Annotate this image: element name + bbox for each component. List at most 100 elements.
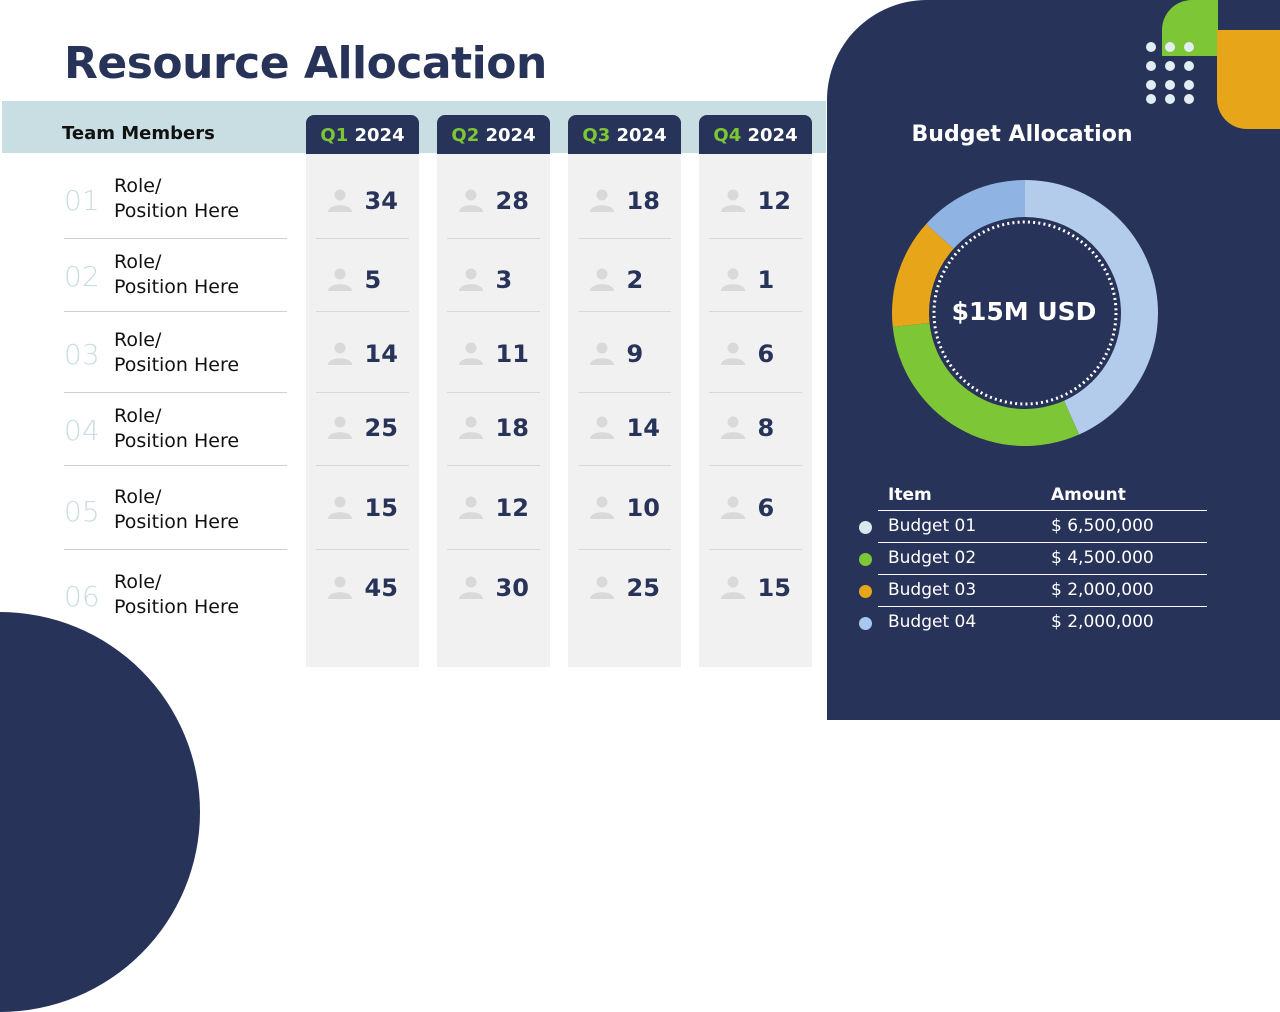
cell-divider bbox=[578, 549, 671, 550]
headcount-cell: 45 bbox=[306, 572, 419, 604]
headcount-cell: 28 bbox=[437, 185, 550, 217]
budget-item-amount: $ 4,500.000 bbox=[1051, 548, 1154, 568]
team-member-row: 02 Role/Position Here bbox=[64, 250, 286, 300]
headcount-value: 9 bbox=[626, 340, 644, 368]
person-icon bbox=[327, 189, 352, 212]
cell-divider bbox=[709, 549, 802, 550]
person-icon bbox=[720, 416, 745, 439]
role-line-2: Position Here bbox=[114, 596, 240, 618]
person-icon bbox=[720, 576, 745, 599]
cell-divider bbox=[316, 549, 409, 550]
person-icon bbox=[458, 496, 483, 519]
headcount-cell: 34 bbox=[306, 185, 419, 217]
team-members-header: Team Members bbox=[62, 123, 215, 144]
role-line-1: Role/ bbox=[114, 405, 162, 427]
person-icon bbox=[589, 342, 614, 365]
person-icon bbox=[720, 189, 745, 212]
person-icon bbox=[327, 268, 352, 291]
headcount-cell: 15 bbox=[306, 492, 419, 524]
person-icon bbox=[458, 189, 483, 212]
quarter-header: Q2 2024 bbox=[437, 115, 550, 154]
cell-divider bbox=[578, 465, 671, 466]
row-index: 01 bbox=[64, 184, 100, 217]
legend-dot bbox=[859, 521, 872, 534]
quarter-column-q2: Q2 2024 28 3 11 18 12 30 bbox=[437, 115, 550, 667]
role-label: Role/Position Here bbox=[114, 250, 239, 300]
headcount-value: 5 bbox=[364, 266, 382, 294]
headcount-cell: 14 bbox=[568, 412, 681, 444]
headcount-value: 18 bbox=[626, 187, 660, 215]
cell-divider bbox=[316, 238, 409, 239]
person-icon bbox=[458, 342, 483, 365]
headcount-cell: 1 bbox=[699, 264, 812, 296]
decorative-dot bbox=[1165, 94, 1175, 104]
row-divider bbox=[64, 549, 287, 550]
role-label: Role/Position Here bbox=[114, 328, 239, 378]
headcount-value: 30 bbox=[495, 574, 529, 602]
budget-title: Budget Allocation bbox=[911, 122, 1133, 147]
headcount-value: 1 bbox=[757, 266, 775, 294]
role-line-2: Position Here bbox=[114, 511, 240, 533]
budget-item-amount: $ 2,000,000 bbox=[1051, 612, 1154, 632]
cell-divider bbox=[316, 465, 409, 466]
budget-item-amount: $ 6,500,000 bbox=[1051, 516, 1154, 536]
headcount-value: 6 bbox=[757, 494, 775, 522]
team-member-row: 04 Role/Position Here bbox=[64, 404, 286, 454]
headcount-cell: 12 bbox=[437, 492, 550, 524]
role-line-2: Position Here bbox=[114, 430, 240, 452]
role-line-1: Role/ bbox=[114, 329, 162, 351]
headcount-cell: 6 bbox=[699, 492, 812, 524]
headcount-cell: 15 bbox=[699, 572, 812, 604]
quarter-header: Q1 2024 bbox=[306, 115, 419, 154]
headcount-cell: 6 bbox=[699, 338, 812, 370]
quarter-header: Q4 2024 bbox=[699, 115, 812, 154]
cell-divider bbox=[709, 311, 802, 312]
legend-dot bbox=[859, 585, 872, 598]
row-index: 06 bbox=[64, 580, 100, 613]
headcount-value: 12 bbox=[757, 187, 791, 215]
headcount-value: 2 bbox=[626, 266, 644, 294]
quarter-header: Q3 2024 bbox=[568, 115, 681, 154]
row-divider bbox=[64, 392, 287, 393]
person-icon bbox=[327, 342, 352, 365]
budget-table-header: Item Amount bbox=[855, 482, 1207, 510]
quarter-label: Q4 bbox=[713, 125, 742, 146]
cell-divider bbox=[316, 311, 409, 312]
budget-item-name: Budget 03 bbox=[888, 580, 977, 600]
decorative-dot bbox=[1184, 42, 1194, 52]
headcount-value: 14 bbox=[626, 414, 660, 442]
quarter-column-body: 28 3 11 18 12 30 bbox=[437, 154, 550, 667]
legend-dot bbox=[859, 553, 872, 566]
headcount-value: 10 bbox=[626, 494, 660, 522]
cell-divider bbox=[447, 311, 540, 312]
budget-row: Budget 03 $ 2,000,000 bbox=[859, 574, 1207, 606]
budget-item-name: Budget 02 bbox=[888, 548, 977, 568]
cell-divider bbox=[578, 392, 671, 393]
cell-divider bbox=[447, 465, 540, 466]
row-divider bbox=[64, 311, 287, 312]
budget-row: Budget 04 $ 2,000,000 bbox=[859, 606, 1207, 638]
row-index: 03 bbox=[64, 338, 100, 371]
quarter-column-q4: Q4 2024 12 1 6 8 6 15 bbox=[699, 115, 812, 667]
quarter-label: Q2 bbox=[451, 125, 480, 146]
role-line-1: Role/ bbox=[114, 486, 162, 508]
headcount-cell: 10 bbox=[568, 492, 681, 524]
team-member-row: 06 Role/Position Here bbox=[64, 570, 286, 620]
budget-row: Budget 01 $ 6,500,000 bbox=[859, 510, 1207, 542]
headcount-value: 28 bbox=[495, 187, 529, 215]
amount-column-header: Amount bbox=[1051, 485, 1126, 505]
page-title: Resource Allocation bbox=[64, 38, 547, 89]
row-index: 02 bbox=[64, 260, 100, 293]
donut-center-label: $15M USD bbox=[951, 297, 1097, 326]
person-icon bbox=[720, 496, 745, 519]
headcount-cell: 9 bbox=[568, 338, 681, 370]
decorative-corner-circle bbox=[0, 612, 200, 1012]
headcount-cell: 14 bbox=[306, 338, 419, 370]
cell-divider bbox=[316, 392, 409, 393]
team-member-row: 01 Role/Position Here bbox=[64, 174, 286, 224]
role-line-2: Position Here bbox=[114, 200, 240, 222]
role-line-1: Role/ bbox=[114, 251, 162, 273]
person-icon bbox=[327, 576, 352, 599]
headcount-value: 34 bbox=[364, 187, 398, 215]
cell-divider bbox=[709, 465, 802, 466]
